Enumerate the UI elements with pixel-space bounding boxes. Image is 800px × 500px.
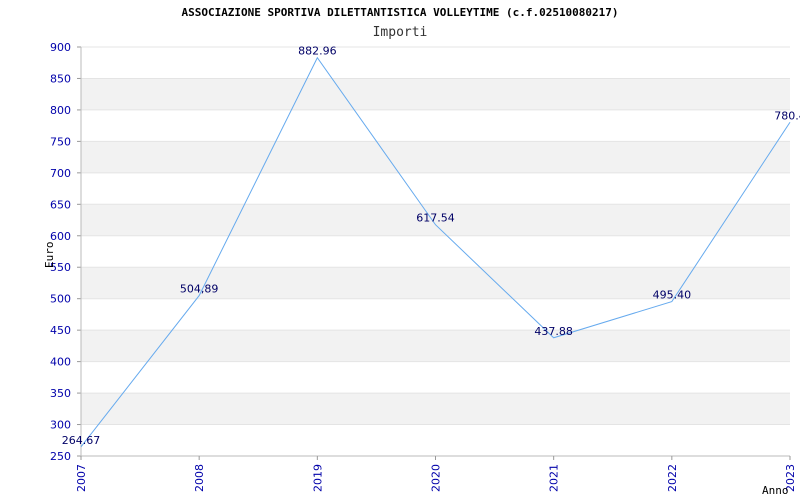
y-tick-label: 650: [50, 198, 71, 211]
y-tick-label: 850: [50, 72, 71, 85]
data-label: 264.67: [62, 434, 101, 447]
y-tick-label: 700: [50, 167, 71, 180]
data-label: 495.40: [653, 289, 692, 302]
y-axis-label: Euro: [43, 242, 56, 269]
y-tick-label: 400: [50, 356, 71, 369]
y-tick-label: 500: [50, 293, 71, 306]
grid-band: [81, 78, 790, 110]
grid-band: [81, 141, 790, 173]
x-tick-label: 2019: [311, 464, 324, 492]
line-chart: 2503003504004505005506006507007508008509…: [43, 41, 800, 497]
x-tick-label: 2007: [75, 464, 88, 492]
grid-band: [81, 330, 790, 362]
y-tick-label: 350: [50, 387, 71, 400]
grid-band: [81, 393, 790, 425]
data-label: 780.4: [774, 109, 800, 122]
y-tick-label: 450: [50, 324, 71, 337]
data-label: 882.96: [298, 45, 337, 58]
x-tick-label: 2021: [548, 464, 561, 492]
data-label: 617.54: [416, 212, 455, 225]
y-tick-label: 600: [50, 230, 71, 243]
x-tick-label: 2008: [193, 464, 206, 492]
data-label: 504,89: [180, 283, 219, 296]
series-group: [80, 56, 791, 448]
y-tick-label: 300: [50, 419, 71, 432]
y-tick-label: 750: [50, 135, 71, 148]
x-axis-ticks: 2007 2008 2019 2020 2021 2022 2023: [75, 456, 797, 492]
series-line: [80, 56, 791, 448]
grid-bands: [81, 78, 790, 425]
y-tick-label: 800: [50, 104, 71, 117]
x-tick-label: 2020: [430, 464, 443, 492]
y-tick-label: 250: [50, 450, 71, 463]
data-label: 437.88: [534, 325, 573, 338]
x-tick-label: 2022: [666, 464, 679, 492]
y-tick-label: 900: [50, 41, 71, 54]
x-axis-label: Anno: [762, 484, 789, 497]
